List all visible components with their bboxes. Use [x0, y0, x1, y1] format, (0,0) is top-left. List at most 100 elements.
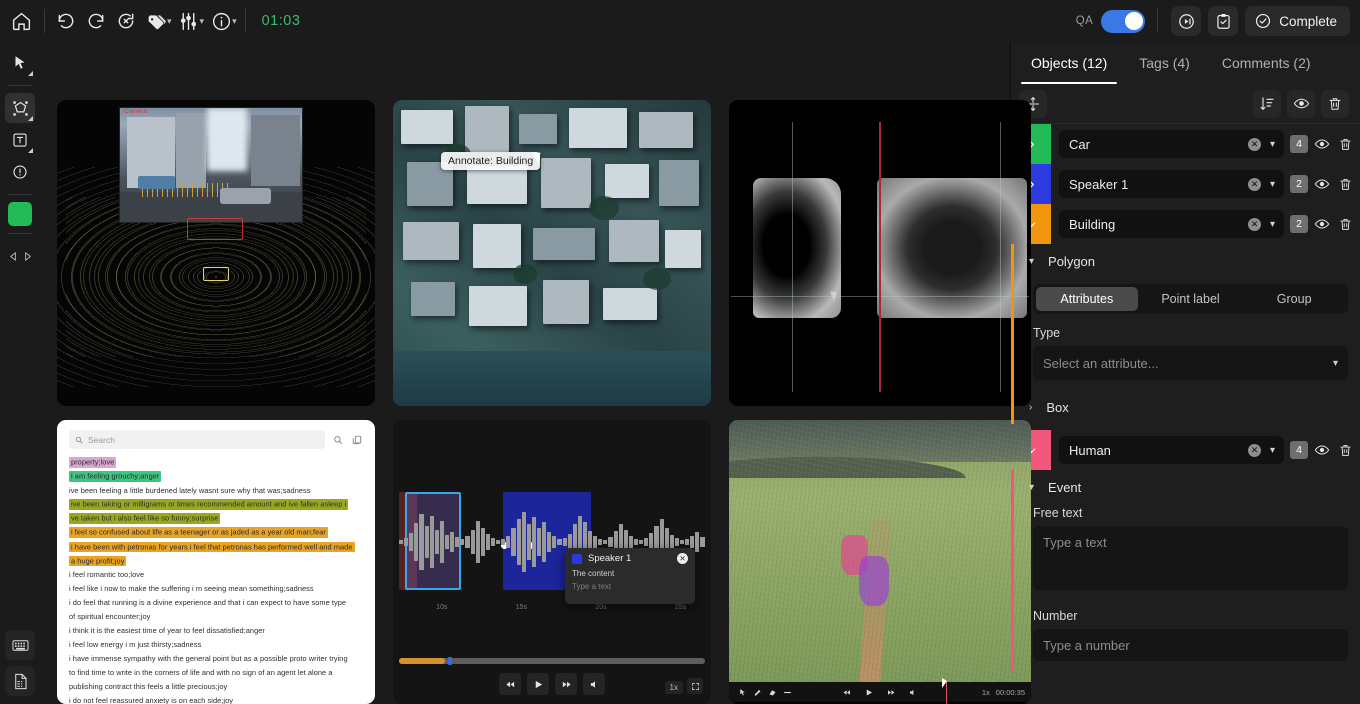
- free-text-input[interactable]: [1033, 526, 1348, 590]
- polygon-subsection-header[interactable]: ▾ Polygon: [1011, 244, 1360, 278]
- keyboard-icon[interactable]: [5, 630, 35, 660]
- chevron-down-icon[interactable]: ▾: [1268, 179, 1277, 190]
- step-forward-button[interactable]: [884, 685, 899, 700]
- seg-point-label[interactable]: Point label: [1140, 287, 1242, 311]
- event-subsection-header[interactable]: ▾ Event: [1011, 470, 1360, 504]
- eye-icon[interactable]: [1313, 441, 1331, 459]
- text-document-pane[interactable]: Search property;love i am feeling grouchy…: [57, 420, 375, 704]
- chevron-down-icon[interactable]: ▾: [1029, 482, 1034, 493]
- qa-toggle[interactable]: [1101, 9, 1146, 33]
- video-brush-icon[interactable]: [750, 685, 765, 700]
- trash-icon[interactable]: [1336, 441, 1354, 459]
- seg-attributes[interactable]: Attributes: [1036, 287, 1138, 311]
- clipboard-check-icon[interactable]: [1208, 6, 1239, 36]
- object-row-car[interactable]: Car ✕ ▾ 4: [1011, 124, 1360, 164]
- polygon-tool[interactable]: [5, 93, 35, 123]
- document-line[interactable]: property;love: [69, 457, 363, 469]
- reset-history-icon[interactable]: [111, 6, 141, 36]
- play-button[interactable]: [527, 673, 549, 695]
- video-eraser-icon[interactable]: [765, 685, 780, 700]
- close-icon[interactable]: ✕: [677, 553, 688, 564]
- video-annotation-pane[interactable]: 1x 00:00:35 0s5s10s15s20s25s30s35s40s45s…: [729, 420, 1031, 704]
- chevron-down-icon[interactable]: ▾: [1268, 139, 1277, 150]
- video-box-icon[interactable]: [780, 685, 795, 700]
- document-line[interactable]: i have immense sympathy with the general…: [69, 654, 363, 665]
- document-line[interactable]: i feel so confused about life as a teena…: [69, 527, 363, 539]
- trash-icon[interactable]: [1321, 89, 1349, 118]
- object-pill-speaker-1[interactable]: Speaker 1 ✕ ▾: [1059, 170, 1284, 198]
- audio-waveform-pane[interactable]: 10s 15s 20s 25s Speaker 1 ✕ The content Typ…: [393, 420, 711, 704]
- box-subsection-header[interactable]: › Box: [1011, 390, 1360, 424]
- document-line[interactable]: i have been with petronas for years i fe…: [69, 541, 363, 553]
- trash-icon[interactable]: [1336, 175, 1354, 193]
- document-search-input[interactable]: Search: [69, 430, 325, 449]
- info-dropdown-caret[interactable]: ▾: [232, 16, 237, 27]
- document-line[interactable]: i think it is the easiest time of year t…: [69, 626, 363, 637]
- lidar-point-cloud-pane[interactable]: Camera: [57, 100, 375, 406]
- object-row-human[interactable]: Human ✕ ▾ 4: [1011, 430, 1360, 470]
- document-line[interactable]: i am feeling grouchy;anger: [69, 471, 363, 483]
- complete-button[interactable]: Complete: [1245, 6, 1350, 36]
- document-copy-icon[interactable]: [350, 433, 363, 446]
- audio-speaker-popup[interactable]: Speaker 1 ✕ The content Type a text: [565, 548, 695, 604]
- chevron-down-icon[interactable]: ▾: [1029, 256, 1034, 267]
- document-line[interactable]: to find time to write in the corners of …: [69, 668, 363, 679]
- eye-icon[interactable]: [1313, 215, 1331, 233]
- issue-tool[interactable]: [5, 157, 35, 187]
- chevron-down-icon[interactable]: ▾: [1333, 358, 1338, 369]
- video-speed-button[interactable]: 1x: [982, 688, 990, 697]
- step-back-button[interactable]: [840, 685, 855, 700]
- select-tool[interactable]: [5, 48, 35, 78]
- document-line[interactable]: i do not feel reassured anxiety is on ea…: [69, 696, 363, 704]
- seg-group[interactable]: Group: [1243, 287, 1345, 311]
- document-line[interactable]: i feel low energy i m just thirsty;sadne…: [69, 640, 363, 651]
- document-line[interactable]: a huge profit;joy: [69, 555, 363, 567]
- segmentation-mask-human-2[interactable]: [858, 556, 890, 606]
- clear-icon[interactable]: ✕: [1247, 137, 1261, 151]
- forward-button[interactable]: [555, 673, 577, 695]
- ct-slice-indicator[interactable]: [879, 122, 881, 392]
- chevron-down-icon[interactable]: ▾: [1268, 445, 1277, 456]
- trash-icon[interactable]: [1336, 135, 1354, 153]
- object-pill-car[interactable]: Car ✕ ▾: [1059, 130, 1284, 158]
- object-pill-building[interactable]: Building ✕ ▾: [1059, 210, 1284, 238]
- object-pill-human[interactable]: Human ✕ ▾: [1059, 436, 1284, 464]
- document-line[interactable]: i do feel that running is a divine exper…: [69, 598, 363, 609]
- trash-icon[interactable]: [1336, 215, 1354, 233]
- eye-icon[interactable]: [1313, 135, 1331, 153]
- aerial-imagery-pane[interactable]: Annotate: Building: [393, 100, 711, 406]
- clear-icon[interactable]: ✕: [1247, 443, 1261, 457]
- video-pointer-icon[interactable]: [735, 685, 750, 700]
- number-input[interactable]: [1033, 629, 1348, 661]
- volume-button[interactable]: [583, 673, 605, 695]
- active-color-swatch[interactable]: [8, 202, 32, 226]
- document-line[interactable]: ive been taking or milligrams or times r…: [69, 499, 363, 511]
- play-circle-icon[interactable]: [1171, 6, 1202, 36]
- clear-icon[interactable]: ✕: [1247, 217, 1261, 231]
- tab-comments[interactable]: Comments (2): [1206, 42, 1327, 84]
- document-line[interactable]: of spiritual encounter;joy: [69, 612, 363, 623]
- eye-icon[interactable]: [1287, 89, 1315, 118]
- clear-icon[interactable]: ✕: [1247, 177, 1261, 191]
- popup-content-input[interactable]: Type a text: [565, 580, 695, 593]
- redo-icon[interactable]: [81, 6, 111, 36]
- expand-icon[interactable]: [687, 678, 703, 694]
- audio-playhead[interactable]: [447, 657, 452, 665]
- chevron-down-icon[interactable]: ▾: [1268, 219, 1277, 230]
- object-row-speaker-1[interactable]: Speaker 1 ✕ ▾ 2: [1011, 164, 1360, 204]
- type-select[interactable]: Select an attribute... ▾: [1033, 346, 1348, 380]
- chevron-right-icon[interactable]: ›: [1029, 402, 1032, 413]
- video-volume-button[interactable]: [906, 685, 921, 700]
- tab-objects[interactable]: Objects (12): [1015, 42, 1123, 84]
- document-line[interactable]: publishing contract this feels a little …: [69, 682, 363, 693]
- document-find-icon[interactable]: [331, 433, 344, 446]
- document-line[interactable]: ive been feeling a little burdened latel…: [69, 486, 363, 497]
- eye-icon[interactable]: [1313, 175, 1331, 193]
- audio-progress-bar[interactable]: [399, 657, 705, 665]
- document-line[interactable]: i feel romantic too;love: [69, 570, 363, 581]
- audio-speed-button[interactable]: 1x: [664, 681, 683, 694]
- text-tool[interactable]: [5, 125, 35, 155]
- object-row-building[interactable]: Building ✕ ▾ 2: [1011, 204, 1360, 244]
- video-play-button[interactable]: [862, 685, 877, 700]
- home-icon[interactable]: [4, 4, 38, 38]
